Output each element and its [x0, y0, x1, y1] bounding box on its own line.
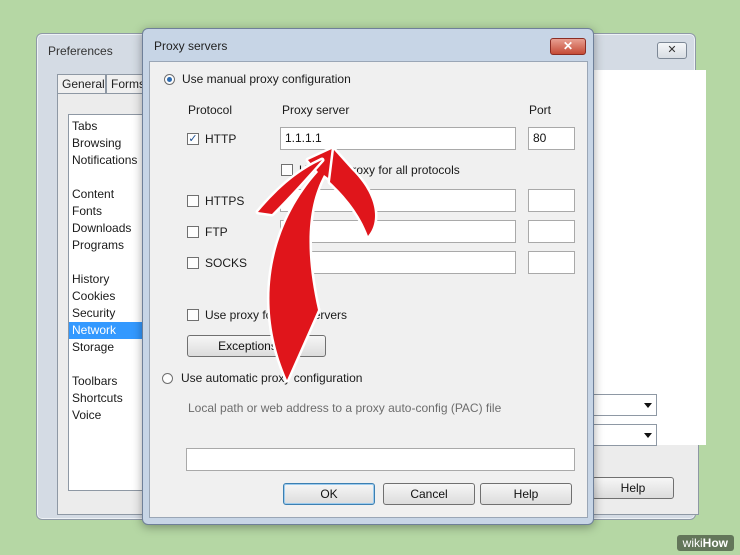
https-checkbox[interactable]: [187, 195, 199, 207]
auto-proxy-radio[interactable]: [162, 373, 173, 384]
ftp-server-input[interactable]: [280, 220, 516, 243]
socks-server-input[interactable]: [280, 251, 516, 274]
exceptions-list-button[interactable]: Exceptions list: [187, 335, 326, 357]
preferences-help-button[interactable]: Help: [592, 477, 674, 499]
use-for-all-label: Use this proxy for all protocols: [299, 163, 460, 177]
watermark-prefix: wiki: [682, 536, 703, 550]
http-port-input[interactable]: 80: [528, 127, 575, 150]
http-server-input[interactable]: 1.1.1.1: [280, 127, 516, 150]
ftp-checkbox[interactable]: [187, 226, 199, 238]
socks-checkbox[interactable]: [187, 257, 199, 269]
help-button[interactable]: Help: [480, 483, 572, 505]
auto-proxy-label: Use automatic proxy configuration: [181, 371, 363, 385]
preferences-content-area: [577, 70, 706, 445]
use-for-local-checkbox[interactable]: [187, 309, 199, 321]
proxy-servers-dialog: Proxy servers ✕ Use manual proxy configu…: [142, 28, 594, 525]
ftp-label: FTP: [205, 225, 228, 239]
http-label: HTTP: [205, 132, 237, 146]
https-port-input[interactable]: [528, 189, 575, 212]
tab-forms[interactable]: Forms: [106, 74, 146, 93]
tab-general[interactable]: General: [57, 74, 106, 93]
http-checkbox[interactable]: ✓: [187, 133, 199, 145]
proxy-dialog-title: Proxy servers: [154, 39, 228, 53]
chevron-down-icon: [644, 403, 652, 408]
use-for-all-checkbox[interactable]: [281, 164, 293, 176]
pac-hint: Local path or web address to a proxy aut…: [188, 401, 502, 415]
https-server-input[interactable]: [280, 189, 516, 212]
header-port: Port: [529, 103, 552, 117]
socks-port-input[interactable]: [528, 251, 575, 274]
header-protocol: Protocol: [188, 103, 233, 117]
pac-url-input[interactable]: [186, 448, 575, 471]
proxy-dialog-body: Use manual proxy configuration Protocol …: [149, 61, 588, 518]
preferences-title: Preferences: [48, 44, 113, 58]
ftp-port-input[interactable]: [528, 220, 575, 243]
manual-proxy-label: Use manual proxy configuration: [182, 72, 351, 86]
socks-label: SOCKS: [205, 256, 248, 270]
https-label: HTTPS: [205, 194, 245, 208]
manual-proxy-radio[interactable]: [164, 74, 175, 85]
chevron-down-icon: [644, 433, 652, 438]
wikihow-watermark: wikiHow: [676, 535, 734, 551]
use-for-local-label: Use proxy for local servers: [205, 308, 348, 322]
preferences-close-button[interactable]: ✕: [657, 42, 687, 59]
proxy-close-button[interactable]: ✕: [550, 38, 586, 55]
cancel-button[interactable]: Cancel: [383, 483, 475, 505]
header-proxy-server: Proxy server: [282, 103, 350, 117]
ok-button[interactable]: OK: [283, 483, 375, 505]
watermark-suffix: How: [702, 536, 728, 550]
